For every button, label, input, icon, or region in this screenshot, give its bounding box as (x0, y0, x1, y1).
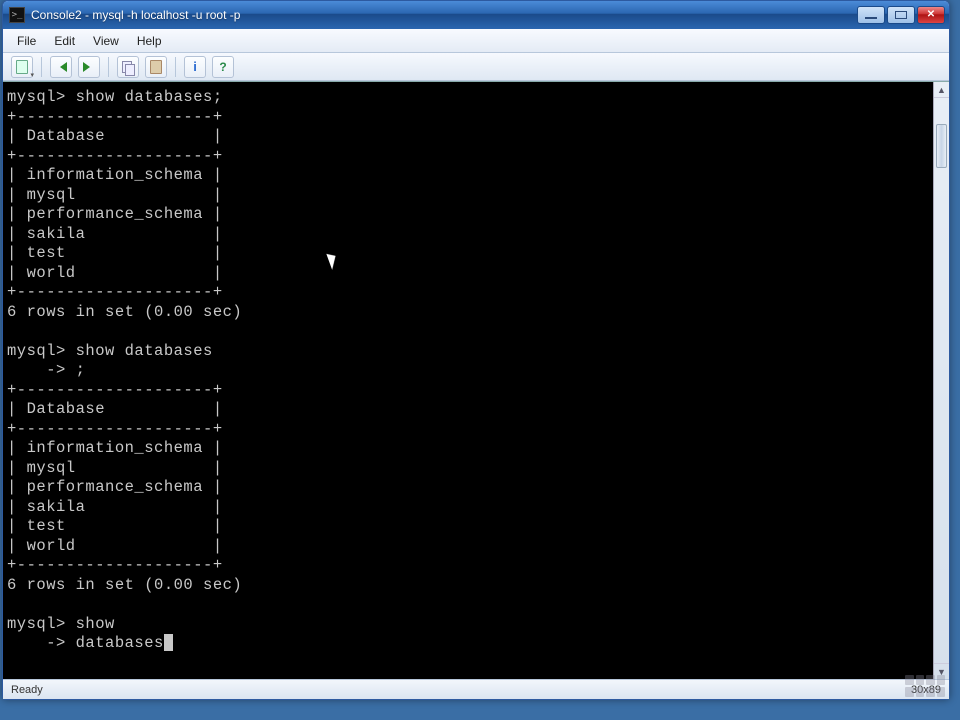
menu-view[interactable]: View (85, 31, 127, 51)
menu-edit[interactable]: Edit (46, 31, 83, 51)
scroll-up-icon[interactable]: ▲ (934, 82, 949, 98)
terminal-line: | sakila | (7, 225, 223, 243)
terminal-line: mysql> show databases (7, 342, 213, 360)
terminal-line: | mysql | (7, 186, 223, 204)
terminal-line: | world | (7, 264, 223, 282)
menubar: File Edit View Help (3, 29, 949, 53)
terminal-line: | performance_schema | (7, 478, 223, 496)
copy-button[interactable] (117, 56, 139, 78)
terminal-line: +--------------------+ (7, 283, 223, 301)
terminal-line: +--------------------+ (7, 556, 223, 574)
new-tab-button[interactable] (11, 56, 33, 78)
statusbar: Ready 30x89 (3, 679, 949, 699)
terminal-line: | Database | (7, 400, 223, 418)
back-button[interactable] (50, 56, 72, 78)
terminal-line: | sakila | (7, 498, 223, 516)
window-controls (857, 6, 945, 24)
maximize-button[interactable] (887, 6, 915, 24)
forward-button[interactable] (78, 56, 100, 78)
terminal-line: +--------------------+ (7, 147, 223, 165)
toolbar-separator (108, 57, 109, 77)
terminal-area: mysql> show databases; +----------------… (3, 81, 949, 679)
menu-file[interactable]: File (9, 31, 44, 51)
close-button[interactable] (917, 6, 945, 24)
help-button[interactable]: ? (212, 56, 234, 78)
menu-help[interactable]: Help (129, 31, 170, 51)
terminal-line: | information_schema | (7, 166, 223, 184)
terminal-line: | test | (7, 517, 223, 535)
toolbar-separator (41, 57, 42, 77)
terminal-line: +--------------------+ (7, 420, 223, 438)
terminal-line: | mysql | (7, 459, 223, 477)
terminal-line: -> databases (7, 634, 164, 652)
terminal-line: +--------------------+ (7, 108, 223, 126)
toolbar-separator (175, 57, 176, 77)
paste-button[interactable] (145, 56, 167, 78)
terminal-line: | Database | (7, 127, 223, 145)
app-window: >_ Console2 - mysql -h localhost -u root… (2, 0, 950, 700)
terminal-line: | information_schema | (7, 439, 223, 457)
scroll-track[interactable] (934, 98, 949, 663)
terminal-line: 6 rows in set (0.00 sec) (7, 303, 242, 321)
terminal-line: -> ; (7, 361, 85, 379)
terminal-line: | performance_schema | (7, 205, 223, 223)
terminal[interactable]: mysql> show databases; +----------------… (3, 82, 933, 679)
titlebar[interactable]: >_ Console2 - mysql -h localhost -u root… (3, 1, 949, 29)
terminal-line: | test | (7, 244, 223, 262)
terminal-line: mysql> show databases; (7, 88, 223, 106)
text-cursor (164, 634, 173, 651)
window-title: Console2 - mysql -h localhost -u root -p (31, 8, 857, 22)
info-button[interactable]: i (184, 56, 206, 78)
scroll-thumb[interactable] (936, 124, 947, 168)
terminal-line: 6 rows in set (0.00 sec) (7, 576, 242, 594)
vertical-scrollbar[interactable]: ▲ ▼ (933, 82, 949, 679)
toolbar: i ? (3, 53, 949, 81)
terminal-line: mysql> show (7, 615, 115, 633)
app-icon: >_ (9, 7, 25, 23)
resize-grip-icon[interactable] (905, 675, 945, 697)
terminal-line: +--------------------+ (7, 381, 223, 399)
terminal-line: | world | (7, 537, 223, 555)
minimize-button[interactable] (857, 6, 885, 24)
status-text: Ready (11, 684, 43, 696)
